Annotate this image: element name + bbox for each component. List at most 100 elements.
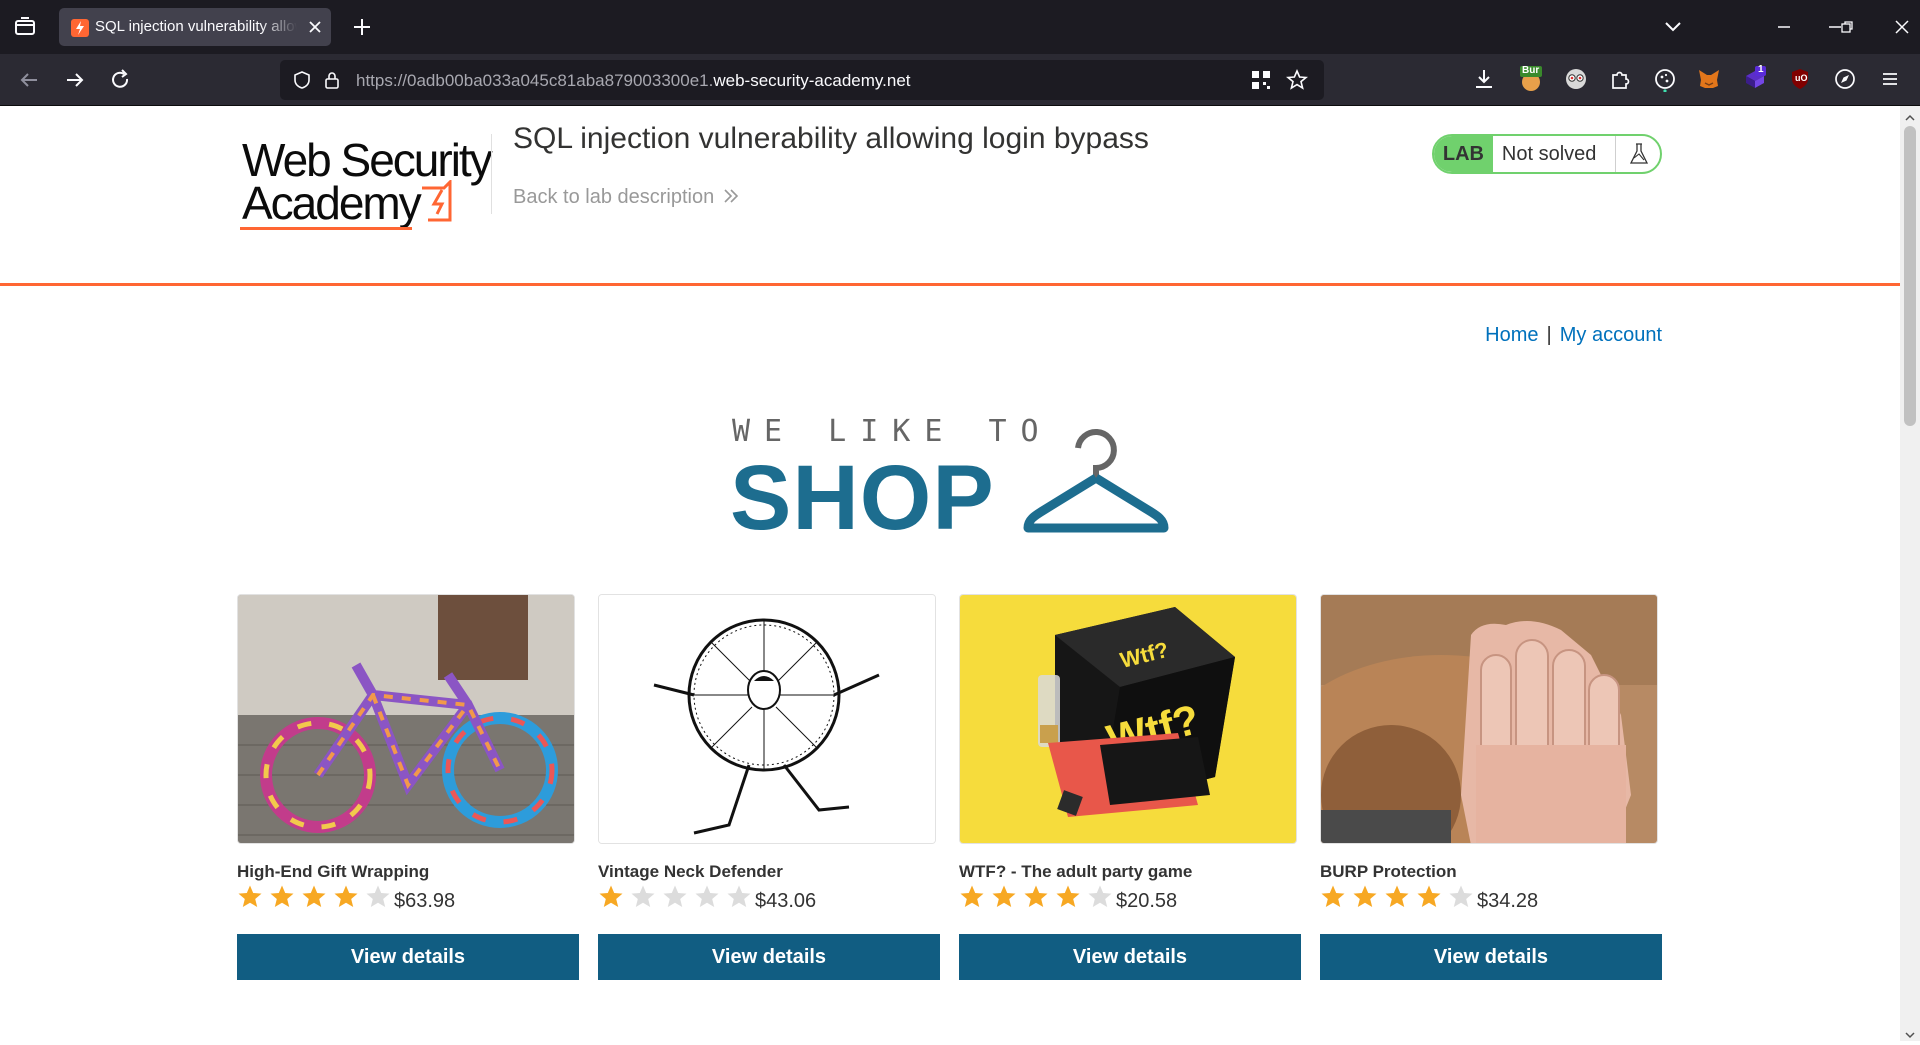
metamask-fox-icon[interactable] bbox=[1696, 66, 1722, 92]
star-rating bbox=[1320, 884, 1480, 910]
product-name: BURP Protection bbox=[1320, 862, 1457, 881]
purple-extension-icon[interactable]: 1 bbox=[1742, 64, 1768, 92]
star-filled-icon bbox=[1024, 885, 1048, 907]
logo-underline bbox=[240, 227, 412, 230]
home-link[interactable]: Home bbox=[1485, 324, 1538, 346]
scrollbar-thumb[interactable] bbox=[1904, 126, 1916, 426]
product-image-bicycle[interactable] bbox=[237, 594, 575, 844]
product-name: High-End Gift Wrapping bbox=[237, 862, 430, 881]
back-link-label: Back to lab description bbox=[513, 186, 715, 208]
address-bar[interactable]: https://0adb00ba033a045c81aba879003300e1… bbox=[280, 60, 1324, 100]
my-account-link[interactable]: My account bbox=[1560, 324, 1662, 346]
url-prefix: https://0adb00ba033a045c81aba879003300e1… bbox=[356, 71, 714, 90]
lock-icon[interactable] bbox=[322, 70, 342, 90]
product-price: $34.28 bbox=[1477, 890, 1539, 912]
star-empty-icon bbox=[1088, 885, 1112, 907]
tab-list-icon[interactable] bbox=[12, 15, 38, 39]
product-card: High-End Gift Wrapping $63.98 View detai… bbox=[237, 594, 579, 980]
favicon-icon bbox=[71, 19, 89, 37]
ublock-origin-icon[interactable]: uO bbox=[1787, 66, 1813, 92]
close-tab-icon[interactable] bbox=[305, 17, 325, 37]
star-empty-icon bbox=[366, 885, 390, 907]
burp-extension-icon[interactable]: Bur bbox=[1518, 65, 1544, 92]
star-rating bbox=[237, 884, 397, 910]
product-image-party-game[interactable]: Wtf? Wtf? bbox=[959, 594, 1297, 844]
star-filled-icon bbox=[1385, 885, 1409, 907]
forward-arrow-icon[interactable] bbox=[62, 67, 88, 93]
browser-nav-bar: https://0adb00ba033a045c81aba879003300e1… bbox=[0, 54, 1920, 106]
bookmark-star-icon[interactable] bbox=[1285, 68, 1309, 91]
star-filled-icon bbox=[1353, 885, 1377, 907]
star-filled-icon bbox=[270, 885, 294, 907]
back-arrow-icon[interactable] bbox=[16, 67, 42, 93]
banner-big-text: SHOP bbox=[730, 447, 995, 549]
new-tab-icon[interactable] bbox=[350, 15, 374, 39]
page-scrollbar[interactable] bbox=[1900, 106, 1920, 1041]
lab-title: SQL injection vulnerability allowing log… bbox=[513, 122, 1149, 155]
star-empty-icon bbox=[1449, 885, 1473, 907]
url-text: https://0adb00ba033a045c81aba879003300e1… bbox=[356, 71, 911, 91]
banner-small-text: WE LIKE TO bbox=[732, 414, 1053, 449]
minimize-icon[interactable] bbox=[1772, 15, 1796, 39]
web-security-academy-logo[interactable]: Web Security Academy bbox=[238, 128, 493, 230]
star-filled-icon bbox=[599, 885, 623, 907]
reload-icon[interactable] bbox=[107, 67, 133, 93]
product-card: BURP Protection $34.28 View details bbox=[1320, 594, 1662, 980]
ublock-origin-badge: uO bbox=[1795, 73, 1808, 83]
scroll-up-arrow-icon[interactable] bbox=[1905, 110, 1915, 121]
compass-icon[interactable] bbox=[1832, 66, 1858, 92]
view-details-button[interactable]: View details bbox=[237, 934, 579, 980]
product-name: Vintage Neck Defender bbox=[598, 862, 783, 881]
scroll-down-arrow-icon[interactable] bbox=[1905, 1027, 1915, 1039]
double-chevron-right-icon bbox=[722, 187, 740, 203]
star-empty-icon bbox=[695, 885, 719, 907]
extensions-puzzle-icon[interactable] bbox=[1607, 66, 1633, 92]
product-price: $63.98 bbox=[394, 890, 456, 912]
product-image-burp-protection[interactable] bbox=[1320, 594, 1658, 844]
restore-icon[interactable] bbox=[1835, 15, 1859, 39]
close-window-icon[interactable] bbox=[1890, 15, 1914, 39]
star-filled-icon bbox=[238, 885, 262, 907]
tab-title: SQL injection vulnerability allowing log… bbox=[95, 18, 297, 35]
browser-tab-bar: SQL injection vulnerability allowing log… bbox=[0, 0, 1920, 54]
tracking-protection-shield-icon[interactable] bbox=[292, 70, 312, 90]
burp-extension-badge: Bur bbox=[1522, 65, 1540, 76]
browser-tab-active[interactable]: SQL injection vulnerability allowing log… bbox=[59, 8, 331, 46]
purple-extension-badge: 1 bbox=[1758, 64, 1764, 75]
lab-status-text: Not solved bbox=[1501, 143, 1597, 165]
top-nav-links: Home | My account bbox=[1485, 324, 1662, 347]
product-image-neck-defender[interactable] bbox=[598, 594, 936, 844]
lab-status-widget: LAB Not solved bbox=[1432, 134, 1662, 174]
back-to-lab-description-link[interactable]: Back to lab description bbox=[513, 186, 740, 209]
qr-code-icon[interactable] bbox=[1250, 69, 1272, 91]
star-filled-icon bbox=[960, 885, 984, 907]
owl-extension-icon[interactable] bbox=[1563, 66, 1589, 92]
star-filled-icon bbox=[1321, 885, 1345, 907]
flask-icon bbox=[1614, 136, 1660, 172]
url-domain: web-security-academy.net bbox=[713, 71, 911, 90]
page-viewport: Web Security Academy SQL injection vulne… bbox=[0, 106, 1900, 1041]
product-card: Wtf? Wtf? WTF? - The adult party game $2… bbox=[959, 594, 1301, 980]
logo-text-line2: Academy bbox=[242, 177, 422, 229]
view-details-button[interactable]: View details bbox=[1320, 934, 1662, 980]
cookie-extension-icon[interactable] bbox=[1652, 66, 1678, 93]
star-filled-icon bbox=[302, 885, 326, 907]
star-empty-icon bbox=[727, 885, 751, 907]
list-all-tabs-chevron-icon[interactable] bbox=[1661, 15, 1685, 39]
lab-badge: LAB bbox=[1434, 136, 1493, 172]
downloads-icon[interactable] bbox=[1471, 66, 1497, 92]
logo-bolt-icon bbox=[420, 178, 466, 226]
header-divider bbox=[491, 134, 492, 214]
view-details-button[interactable]: View details bbox=[959, 934, 1301, 980]
app-menu-hamburger-icon[interactable] bbox=[1877, 66, 1903, 92]
star-filled-icon bbox=[1417, 885, 1441, 907]
shop-banner: WE LIKE TO SHOP bbox=[730, 406, 1170, 549]
product-price: $20.58 bbox=[1116, 890, 1178, 912]
view-details-button[interactable]: View details bbox=[598, 934, 940, 980]
star-filled-icon bbox=[992, 885, 1016, 907]
product-price: $43.06 bbox=[755, 890, 817, 912]
star-empty-icon bbox=[663, 885, 687, 907]
star-filled-icon bbox=[1056, 885, 1080, 907]
star-filled-icon bbox=[334, 885, 358, 907]
product-grid: High-End Gift Wrapping $63.98 View detai… bbox=[237, 594, 1663, 980]
